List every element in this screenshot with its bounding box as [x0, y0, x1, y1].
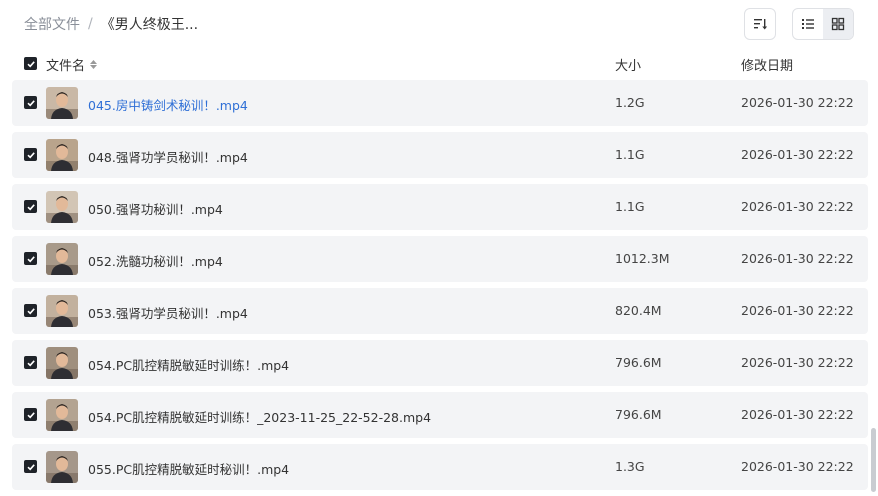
- file-row[interactable]: 054.PC肌控精脱敏延时训练！.mp4 796.6M 2026-01-30 22:…: [12, 340, 868, 386]
- file-modified-date: 2026-01-30 22:22: [741, 303, 854, 318]
- row-checkbox[interactable]: [24, 96, 37, 109]
- file-name[interactable]: 054.PC肌控精脱敏延时训练！.mp4: [88, 355, 289, 374]
- breadcrumb: 全部文件 / 《男人终极王...: [24, 14, 198, 34]
- row-checkbox[interactable]: [24, 200, 37, 213]
- file-size: 1.3G: [615, 459, 645, 474]
- file-row[interactable]: 052.洗髓功秘训！.mp4 1012.3M 2026-01-30 22:22: [12, 236, 868, 282]
- file-modified-date: 2026-01-30 22:22: [741, 407, 854, 422]
- sort-arrows-icon: [90, 60, 98, 69]
- file-name[interactable]: 052.洗髓功秘训！.mp4: [88, 251, 223, 270]
- list-view-icon: [802, 19, 814, 29]
- column-name-header[interactable]: 文件名: [46, 55, 98, 74]
- file-modified-date: 2026-01-30 22:22: [741, 147, 854, 162]
- file-row[interactable]: 050.强肾功秘训！.mp4 1.1G 2026-01-30 22:22: [12, 184, 868, 230]
- top-bar: 全部文件 / 《男人终极王...: [0, 0, 878, 48]
- file-row[interactable]: 055.PC肌控精脱敏延时秘训！.mp4 1.3G 2026-01-30 22:22: [12, 444, 868, 490]
- breadcrumb-root[interactable]: 全部文件: [24, 14, 80, 34]
- file-row[interactable]: 048.强肾功学员秘训！.mp4 1.1G 2026-01-30 22:22: [12, 132, 868, 178]
- sort-icon: [754, 19, 768, 30]
- video-thumbnail[interactable]: [46, 347, 78, 379]
- file-size: 1012.3M: [615, 251, 670, 266]
- breadcrumb-separator: /: [88, 16, 93, 32]
- view-toggle: [792, 8, 854, 40]
- file-row[interactable]: 054.PC肌控精脱敏延时训练！_2023-11-25_22-52-28.mp4…: [12, 392, 868, 438]
- video-thumbnail[interactable]: [46, 243, 78, 275]
- select-all-checkbox[interactable]: [24, 57, 37, 70]
- row-checkbox[interactable]: [24, 148, 37, 161]
- breadcrumb-current: 《男人终极王...: [100, 17, 199, 33]
- file-modified-date: 2026-01-30 22:22: [741, 459, 854, 474]
- scrollbar[interactable]: [871, 428, 876, 492]
- row-checkbox[interactable]: [24, 304, 37, 317]
- video-thumbnail[interactable]: [46, 87, 78, 119]
- file-name[interactable]: 055.PC肌控精脱敏延时秘训！.mp4: [88, 459, 289, 478]
- file-modified-date: 2026-01-30 22:22: [741, 95, 854, 110]
- file-size: 820.4M: [615, 303, 662, 318]
- table-header: 文件名 大小 修改日期: [12, 50, 868, 78]
- video-thumbnail[interactable]: [46, 295, 78, 327]
- file-modified-date: 2026-01-30 22:22: [741, 355, 854, 370]
- file-name[interactable]: 053.强肾功学员秘训！.mp4: [88, 303, 248, 322]
- file-size: 1.1G: [615, 147, 645, 162]
- video-thumbnail[interactable]: [46, 139, 78, 171]
- row-checkbox[interactable]: [24, 408, 37, 421]
- file-row[interactable]: 053.强肾功学员秘训！.mp4 820.4M 2026-01-30 22:22: [12, 288, 868, 334]
- file-size: 796.6M: [615, 407, 662, 422]
- file-name[interactable]: 045.房中铸剑术秘训！.mp4: [88, 95, 248, 114]
- row-checkbox[interactable]: [24, 356, 37, 369]
- video-thumbnail[interactable]: [46, 399, 78, 431]
- file-name[interactable]: 048.强肾功学员秘训！.mp4: [88, 147, 248, 166]
- video-thumbnail[interactable]: [46, 451, 78, 483]
- file-size: 1.2G: [615, 95, 645, 110]
- column-modified-header[interactable]: 修改日期: [741, 55, 793, 74]
- grid-view-icon: [831, 17, 845, 31]
- file-size: 796.6M: [615, 355, 662, 370]
- column-size-header[interactable]: 大小: [615, 55, 641, 74]
- row-checkbox[interactable]: [24, 460, 37, 473]
- file-name[interactable]: 054.PC肌控精脱敏延时训练！_2023-11-25_22-52-28.mp4: [88, 407, 431, 426]
- list-view-button[interactable]: [793, 9, 823, 39]
- file-modified-date: 2026-01-30 22:22: [741, 199, 854, 214]
- file-list: 045.房中铸剑术秘训！.mp4 1.2G 2026-01-30 22:22 048.…: [12, 80, 868, 496]
- file-row[interactable]: 045.房中铸剑术秘训！.mp4 1.2G 2026-01-30 22:22: [12, 80, 868, 126]
- file-modified-date: 2026-01-30 22:22: [741, 251, 854, 266]
- file-name[interactable]: 050.强肾功秘训！.mp4: [88, 199, 223, 218]
- row-checkbox[interactable]: [24, 252, 37, 265]
- file-size: 1.1G: [615, 199, 645, 214]
- grid-view-button[interactable]: [823, 9, 853, 39]
- video-thumbnail[interactable]: [46, 191, 78, 223]
- column-name-label: 文件名: [46, 59, 86, 74]
- sort-button[interactable]: [744, 8, 776, 40]
